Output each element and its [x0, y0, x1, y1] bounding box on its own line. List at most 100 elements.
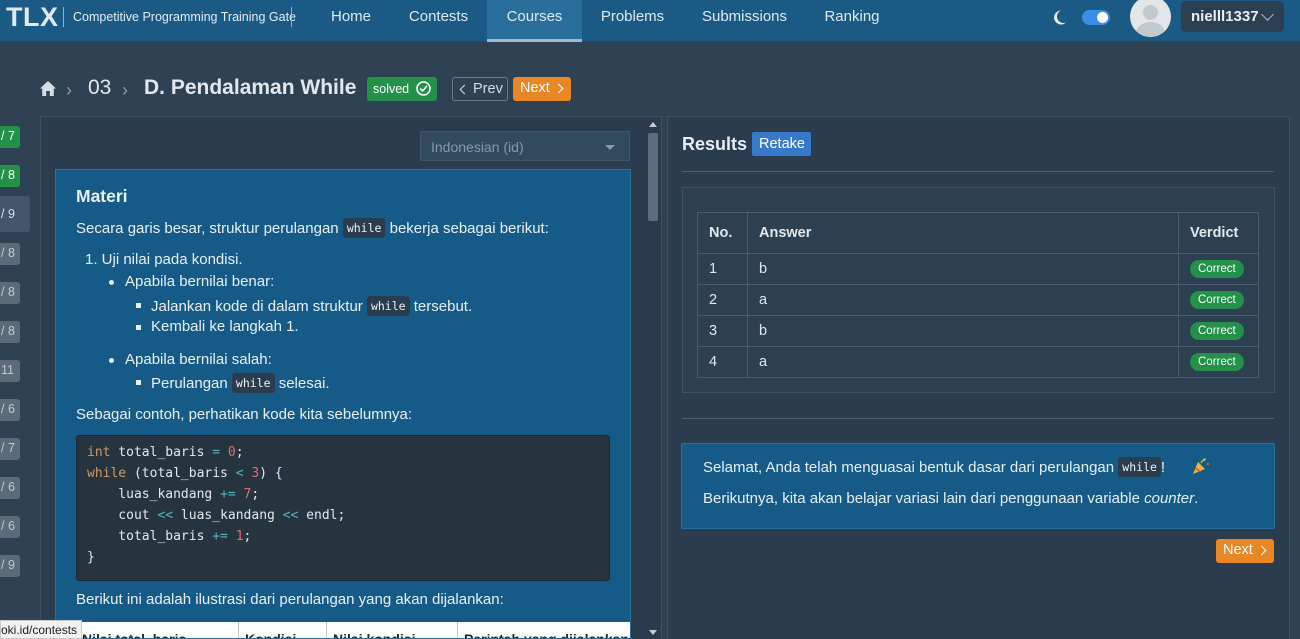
verdict-badge: Correct — [1190, 260, 1244, 278]
item-text: tersebut. — [413, 298, 473, 315]
progress-tab[interactable]: / 9 — [0, 555, 20, 577]
next-intro-emphasis: counter — [1144, 490, 1195, 507]
congrats-box: Selamat, Anda telah menguasai bentuk das… — [681, 443, 1275, 529]
progress-tab[interactable]: / 7 — [0, 438, 20, 460]
inline-code: while — [1118, 457, 1161, 477]
row-verdict: Correct — [1178, 346, 1259, 378]
progress-tab-current[interactable]: / 9 — [0, 196, 30, 232]
true-case: Apabila bernilai benar: — [125, 273, 275, 290]
true-item-2: Kembali ke langkah 1. — [151, 318, 299, 335]
user-menu-button[interactable]: nielll1337 — [1181, 1, 1284, 32]
lesson-title: D. Pendalaman While — [144, 76, 357, 99]
nav-ranking[interactable]: Ranking — [806, 0, 898, 42]
scroll-up-arrow-icon[interactable] — [649, 122, 657, 127]
chevron-right-icon — [1256, 545, 1267, 556]
verdict-badge: Correct — [1190, 291, 1244, 309]
panel-scrollbar[interactable] — [646, 119, 660, 638]
nav-problems[interactable]: Problems — [582, 0, 683, 42]
column-header-verdict: Verdict — [1178, 212, 1259, 254]
status-url-tooltip: oki.id/contests — [0, 620, 83, 639]
user-avatar-icon[interactable] — [1130, 0, 1171, 37]
congrats-text-part: Selamat, Anda telah menguasai bentuk das… — [703, 459, 1115, 476]
solved-badge: solved — [367, 77, 437, 101]
logo-divider — [63, 7, 64, 27]
inline-code: while — [231, 373, 275, 393]
nav-submissions[interactable]: Submissions — [683, 0, 806, 42]
breadcrumb-chapter[interactable]: 03 — [88, 76, 111, 100]
nav-courses[interactable]: Courses — [487, 0, 582, 42]
retake-button[interactable]: Retake — [752, 132, 811, 156]
row-verdict: Correct — [1178, 284, 1259, 316]
nav-contests[interactable]: Contests — [390, 0, 487, 42]
inline-code: while — [342, 218, 386, 238]
row-answer: b — [747, 253, 1179, 285]
check-circle-icon — [416, 81, 431, 96]
bullet — [136, 380, 141, 385]
progress-tab[interactable]: / 8 — [0, 282, 20, 304]
bullet — [136, 325, 141, 330]
solved-label: solved — [373, 82, 410, 96]
column-header-no: No. — [697, 212, 748, 254]
party-popper-icon — [1193, 458, 1210, 474]
progress-tab[interactable]: / 6 — [0, 477, 20, 499]
table-header-cell: Perintah yang dijalankan — [457, 622, 630, 638]
code-line: luas_kandang += 7; — [87, 487, 260, 502]
caret-down-icon — [605, 145, 615, 150]
dark-mode-toggle[interactable] — [1082, 10, 1110, 25]
scroll-down-arrow-icon[interactable] — [649, 630, 657, 635]
language-select[interactable]: Indonesian (id) — [420, 131, 630, 161]
bullet — [109, 358, 114, 363]
column-header-answer: Answer — [747, 212, 1179, 254]
table-row: 4 a Correct — [697, 346, 1259, 378]
bullet — [109, 280, 114, 285]
materi-title: Materi — [76, 186, 128, 206]
row-no: 3 — [697, 315, 748, 347]
scroll-thumb[interactable] — [648, 133, 658, 221]
table-row: 3 b Correct — [697, 315, 1259, 347]
false-case: Apabila bernilai salah: — [125, 351, 272, 368]
progress-tab[interactable]: / 6 — [0, 516, 20, 538]
true-item-1: Jalankan kode di dalam struktur while te… — [151, 296, 472, 316]
moon-icon — [1054, 10, 1066, 25]
progress-tab[interactable]: / 8 — [0, 321, 20, 343]
item-text: selesai. — [278, 375, 330, 392]
site-logo[interactable]: TLX — [6, 2, 59, 33]
next-button[interactable]: Next — [513, 77, 571, 101]
verdict-badge: Correct — [1190, 353, 1244, 371]
progress-tab[interactable]: / 8 — [0, 165, 20, 187]
row-answer: a — [747, 284, 1179, 316]
prev-button[interactable]: Prev — [452, 77, 508, 101]
bullet — [136, 303, 141, 308]
table-header-cell: Nilai kondisi — [326, 622, 457, 638]
table-header-row: No. Answer Verdict — [697, 212, 1259, 254]
intro-text: bekerja sebagai berikut: — [389, 220, 549, 237]
item-text: Jalankan kode di dalam struktur — [151, 298, 363, 315]
home-icon[interactable] — [39, 80, 57, 97]
row-no: 4 — [697, 346, 748, 378]
code-line: int total_baris = 0; — [87, 445, 244, 460]
false-item-1: Perulangan while selesai. — [151, 373, 330, 393]
next-intro-part: . — [1194, 490, 1199, 507]
divider — [682, 171, 1274, 172]
materi-intro: Secara garis besar, struktur perulangan … — [76, 218, 549, 238]
chevron-left-icon — [459, 84, 470, 95]
nav-home[interactable]: Home — [310, 0, 392, 42]
row-no: 2 — [697, 284, 748, 316]
progress-tab[interactable]: 11 — [0, 360, 20, 382]
language-select-value: Indonesian (id) — [431, 139, 524, 155]
next-intro-text: Berikutnya, kita akan belajar variasi la… — [703, 490, 1198, 507]
results-table: No. Answer Verdict 1 b Correct 2 a Corre… — [697, 212, 1259, 378]
progress-tab[interactable]: / 7 — [0, 126, 20, 148]
illustration-intro: Berikut ini adalah ilustrasi dari perula… — [76, 591, 504, 608]
congrats-text-part: ! — [1160, 459, 1166, 476]
progress-tab[interactable]: / 6 — [0, 399, 20, 421]
next-lesson-button[interactable]: Next — [1216, 539, 1274, 563]
tagline-divider — [291, 7, 292, 27]
site-tagline: Competitive Programming Training Gate — [73, 10, 297, 24]
breadcrumb-separator: › — [66, 80, 72, 100]
row-answer: b — [747, 315, 1179, 347]
divider — [682, 418, 1274, 419]
table-header-cell: Nilai total_baris — [82, 631, 187, 639]
progress-tab[interactable]: / 8 — [0, 243, 20, 265]
code-line: total_baris += 1; — [87, 529, 252, 544]
